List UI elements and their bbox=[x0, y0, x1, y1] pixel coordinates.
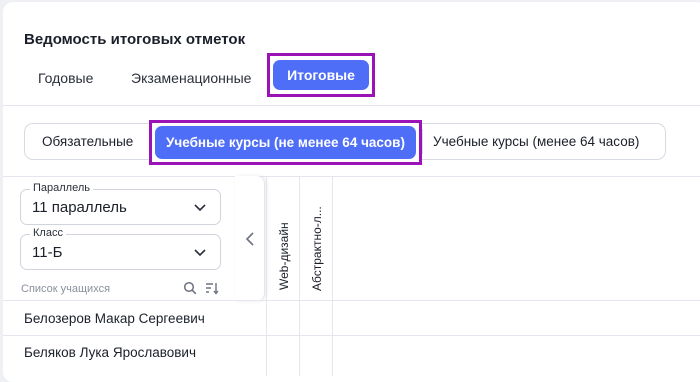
course-type-segmented-control: Обязательные Учебные курсы (не менее 64 … bbox=[24, 120, 666, 165]
segment-short-courses[interactable]: Учебные курсы (менее 64 часов) bbox=[433, 124, 639, 159]
segment-long-courses[interactable]: Учебные курсы (не менее 64 часов) bbox=[155, 126, 416, 159]
table-row-divider bbox=[3, 335, 700, 336]
tabs-divider bbox=[3, 105, 700, 106]
tab-exam[interactable]: Экзаменационные bbox=[131, 63, 251, 93]
table-row-divider bbox=[3, 300, 700, 301]
column-header: Абстрактно-л... bbox=[310, 206, 324, 291]
segment-separator bbox=[422, 129, 423, 154]
chevron-down-icon bbox=[194, 204, 206, 212]
page-title: Ведомость итоговых отметок bbox=[24, 31, 246, 48]
column-divider bbox=[266, 176, 267, 376]
class-value: 11-Б bbox=[32, 244, 63, 261]
column-header: Web-дизайн bbox=[277, 222, 291, 290]
collapse-panel-button[interactable] bbox=[235, 176, 265, 301]
student-list-label: Список учащихся bbox=[21, 283, 111, 295]
segment-mandatory[interactable]: Обязательные bbox=[42, 124, 133, 159]
column-divider bbox=[299, 176, 300, 376]
class-select[interactable]: Класс 11-Б bbox=[20, 227, 221, 270]
tab-final-highlight: Итоговые bbox=[267, 53, 375, 97]
segment-long-courses-highlight: Учебные курсы (не менее 64 часов) bbox=[149, 120, 422, 165]
chevron-left-icon bbox=[245, 232, 254, 246]
tab-final[interactable]: Итоговые bbox=[273, 60, 369, 90]
search-icon[interactable] bbox=[183, 281, 197, 295]
column-divider bbox=[332, 176, 333, 376]
tab-annual[interactable]: Годовые bbox=[38, 63, 93, 93]
parallel-label: Параллель bbox=[30, 182, 93, 194]
sort-icon[interactable] bbox=[205, 281, 219, 295]
parallel-select[interactable]: Параллель 11 параллель bbox=[20, 182, 221, 225]
table-row-student-name[interactable]: Беляков Лука Ярославович bbox=[24, 345, 196, 360]
grid-top-border bbox=[3, 176, 700, 177]
report-card: Ведомость итоговых отметок Годовые Экзам… bbox=[3, 2, 700, 382]
table-row-student-name[interactable]: Белозеров Макар Сергеевич bbox=[24, 311, 205, 326]
chevron-down-icon bbox=[194, 249, 206, 257]
class-label: Класс bbox=[30, 227, 66, 239]
parallel-value: 11 параллель bbox=[32, 199, 127, 216]
